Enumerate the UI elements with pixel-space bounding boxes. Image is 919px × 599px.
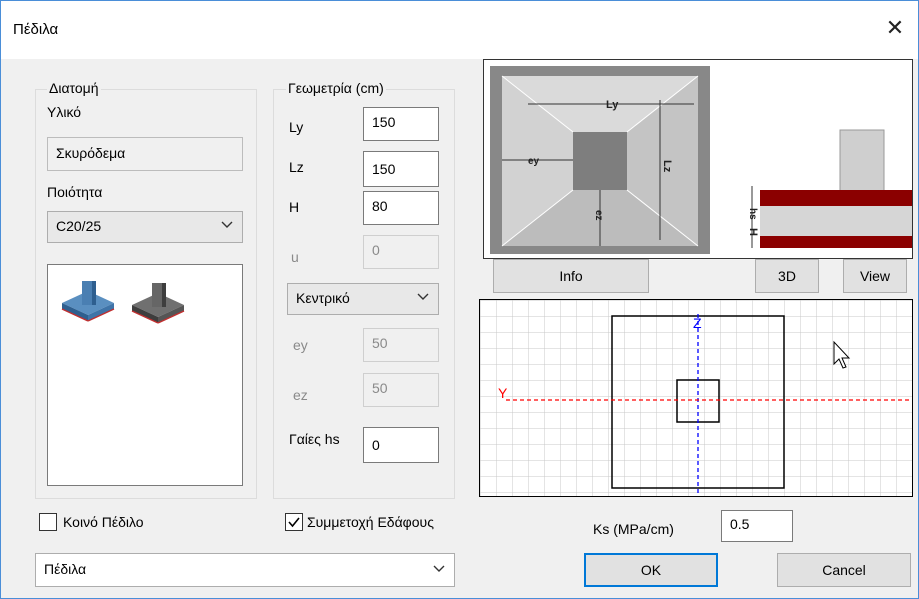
u-input: 0	[363, 235, 439, 269]
hs-input[interactable]: 0	[363, 427, 439, 463]
3d-button[interactable]: 3D	[755, 259, 819, 293]
plan-ez-label: ez	[593, 210, 604, 221]
dialog-client: Διατομή Υλικό Σκυρόδεμα Ποιότητα C20/25	[1, 59, 918, 598]
y-axis-label: Y	[498, 385, 508, 401]
ly-input[interactable]: 150	[363, 107, 439, 141]
ks-label: Ks (MPa/cm)	[593, 521, 674, 537]
section-h-label: H	[747, 228, 759, 236]
footing-blue-icon	[61, 281, 115, 322]
ks-input[interactable]: 0.5	[721, 510, 793, 542]
close-icon[interactable]: ✕	[880, 13, 910, 43]
ok-button[interactable]: OK	[584, 553, 718, 587]
ey-label: ey	[293, 337, 308, 353]
ey-input: 50	[363, 328, 439, 362]
plan-lz-label: Lz	[661, 160, 673, 173]
common-footing-label[interactable]: Κοινό Πέδιλο	[63, 514, 144, 530]
type-select-value: Πέδιλα	[44, 561, 87, 577]
z-axis-label: Z	[693, 315, 702, 331]
lz-label: Lz	[289, 159, 304, 175]
lz-input[interactable]: 150	[363, 151, 439, 187]
chevron-down-icon	[221, 221, 233, 228]
chevron-down-icon	[433, 565, 445, 572]
footings-dialog: Πέδιλα ✕ Διατομή Υλικό Σκυρόδεμα Ποιότητ…	[0, 0, 919, 599]
footing-type-preview[interactable]	[47, 264, 243, 486]
layout-grid-canvas[interactable]: Z Y	[479, 299, 913, 497]
soil-participation-label[interactable]: Συμμετοχή Εδάφους	[307, 514, 434, 530]
ly-label: Ly	[289, 119, 304, 135]
footing-drawing: Ly Lz ey ez hs H	[490, 66, 912, 254]
geometry-legend: Γεωμετρία (cm)	[286, 80, 386, 96]
common-footing-checkbox[interactable]	[39, 513, 57, 531]
checkmark-icon	[288, 517, 300, 528]
hs-label: Γαίες hs	[289, 431, 340, 447]
material-label: Υλικό	[47, 104, 82, 120]
cancel-button[interactable]: Cancel	[777, 553, 911, 587]
ez-input: 50	[363, 373, 439, 407]
footing-grey-icon	[131, 283, 185, 324]
quality-value: C20/25	[56, 218, 102, 234]
chevron-down-icon	[417, 293, 429, 300]
title-bar: Πέδιλα ✕	[1, 1, 918, 59]
layout-grid: Z Y	[480, 300, 912, 496]
type-select[interactable]: Πέδιλα	[35, 553, 455, 587]
plan-ly-label: Ly	[606, 99, 619, 111]
position-select[interactable]: Κεντρικό	[287, 283, 439, 315]
section-legend: Διατομή	[47, 80, 101, 96]
section-hs-label: hs	[747, 208, 758, 220]
view-button[interactable]: View	[843, 259, 907, 293]
u-label: u	[291, 249, 299, 265]
ez-label: ez	[293, 387, 308, 403]
h-label: H	[289, 199, 300, 215]
soil-participation-checkbox[interactable]	[285, 513, 303, 531]
quality-select[interactable]: C20/25	[47, 211, 243, 243]
material-field: Σκυρόδεμα	[47, 137, 243, 171]
info-button[interactable]: Info	[493, 259, 649, 293]
position-value: Κεντρικό	[296, 290, 350, 306]
footing-icons	[61, 281, 185, 324]
h-input[interactable]: 80	[363, 191, 439, 225]
window-title: Πέδιλα	[13, 21, 59, 38]
plan-ey-label: ey	[528, 156, 540, 167]
quality-label: Ποιότητα	[47, 184, 103, 200]
footing-preview-image: Ly Lz ey ez hs H	[483, 59, 913, 259]
